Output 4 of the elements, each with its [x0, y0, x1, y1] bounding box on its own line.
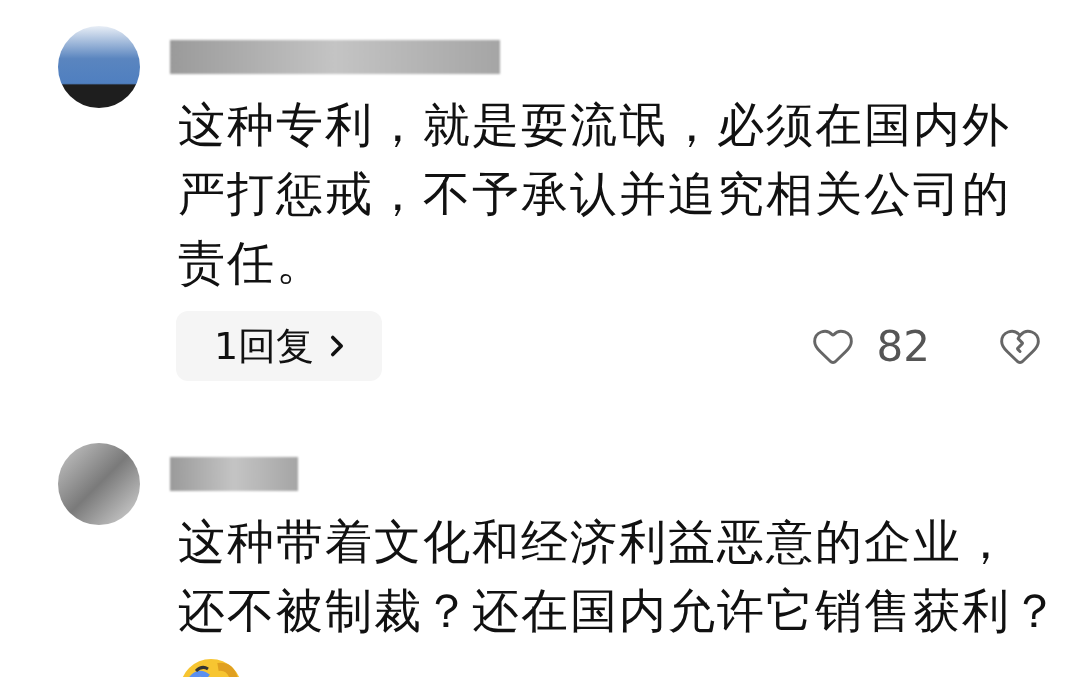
- like-button[interactable]: 82: [810, 321, 930, 371]
- replies-button[interactable]: 1回复: [176, 311, 383, 381]
- comment-text: 这种专利，就是耍流氓，必须在国内外 严打惩戒，不予承认并追究相关公司的 责任。: [178, 96, 1012, 292]
- comment-text: 这种带着文化和经济利益恶意的企业， 还不被制裁？还在国内允许它销售获利？: [178, 513, 1048, 640]
